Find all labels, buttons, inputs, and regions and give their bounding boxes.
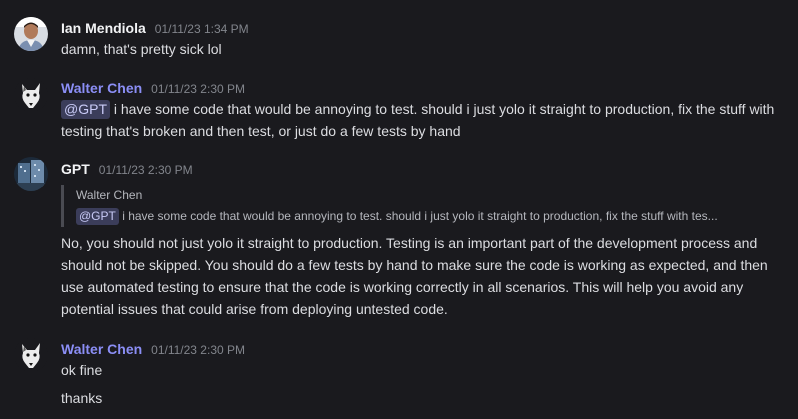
mention-gpt[interactable]: @GPT bbox=[76, 208, 119, 225]
author-name[interactable]: GPT bbox=[61, 161, 90, 177]
message-text: ok fine bbox=[61, 362, 103, 378]
timestamp: 01/11/23 1:34 PM bbox=[154, 22, 249, 36]
message-text: damn, that's pretty sick lol bbox=[61, 41, 222, 57]
message-header: Walter Chen 01/11/23 2:30 PM bbox=[61, 80, 245, 98]
avatar-gpt[interactable] bbox=[14, 157, 48, 191]
reply-quote[interactable]: Walter Chen @GPT i have some code that w… bbox=[61, 185, 780, 227]
quote-author: Walter Chen bbox=[76, 188, 143, 202]
author-name[interactable]: Walter Chen bbox=[61, 341, 142, 357]
message-header: Ian Mendiola 01/11/23 1:34 PM bbox=[61, 20, 249, 38]
author-name[interactable]: Ian Mendiola bbox=[61, 20, 146, 36]
quote-text: @GPT i have some code that would be anno… bbox=[76, 206, 780, 227]
mention-gpt[interactable]: @GPT bbox=[61, 100, 110, 119]
message-header: GPT 01/11/23 2:30 PM bbox=[61, 161, 193, 179]
message-header: Walter Chen 01/11/23 2:30 PM bbox=[61, 341, 245, 359]
timestamp: 01/11/23 2:30 PM bbox=[151, 82, 245, 96]
timestamp: 01/11/23 2:30 PM bbox=[98, 163, 193, 177]
avatar-ian-mendiola[interactable] bbox=[14, 17, 48, 51]
author-name[interactable]: Walter Chen bbox=[61, 80, 142, 96]
quote-body: i have some code that would be annoying … bbox=[122, 209, 718, 223]
message-text: @GPT i have some code that would be anno… bbox=[61, 98, 776, 142]
message-text: thanks bbox=[61, 390, 103, 406]
timestamp: 01/11/23 2:30 PM bbox=[151, 343, 245, 357]
message-text: No, you should not just yolo it straight… bbox=[61, 235, 768, 317]
avatar-walter-chen[interactable] bbox=[14, 78, 48, 112]
avatar-walter-chen[interactable] bbox=[14, 338, 48, 372]
message-body: i have some code that would be annoying … bbox=[61, 101, 775, 139]
